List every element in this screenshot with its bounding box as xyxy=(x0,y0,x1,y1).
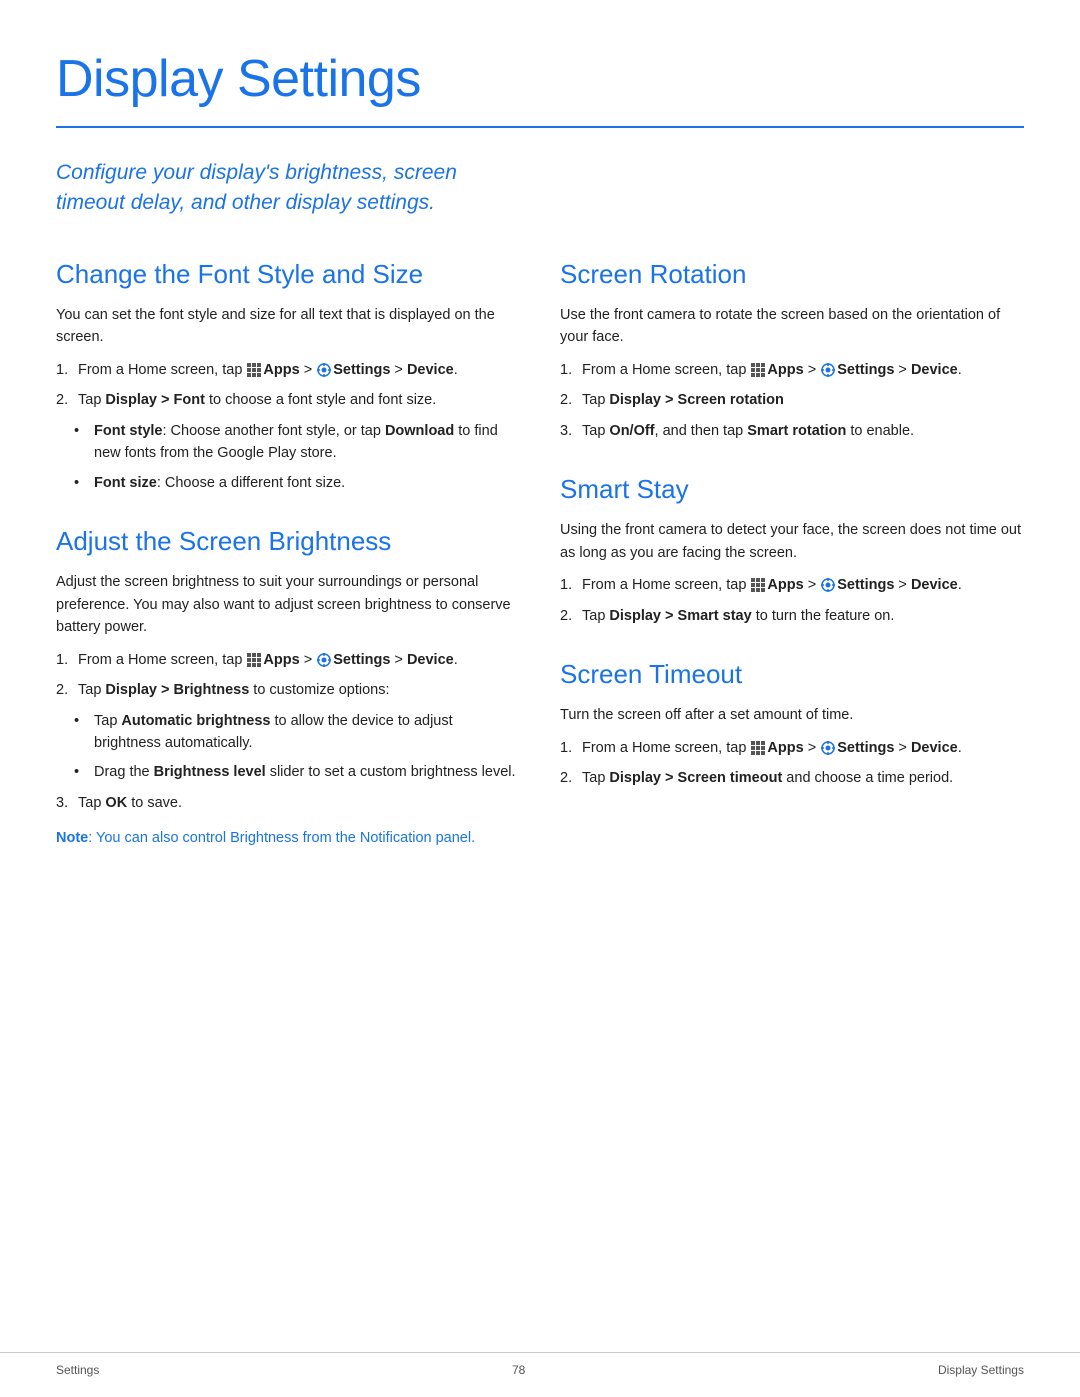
rotation-section-title: Screen Rotation xyxy=(560,255,1024,294)
font-steps-list: 1. From a Home screen, tap xyxy=(56,359,520,412)
font-step-1-device: > Device. xyxy=(390,362,457,378)
font-sub-list: • Font style: Choose another font style,… xyxy=(56,420,520,494)
rotation-step-2-num: 2. xyxy=(560,389,582,411)
font-section-title: Change the Font Style and Size xyxy=(56,255,520,294)
timeout-step-2-content: Tap Display > Screen timeout and choose … xyxy=(582,767,1024,789)
brightness-steps-list: 1. From a Home screen, tap xyxy=(56,649,520,702)
font-step-1-arrow: > xyxy=(300,362,317,378)
rotation-step-2-content: Tap Display > Screen rotation xyxy=(582,389,1024,411)
font-step-1-content: From a Home screen, tap Ap xyxy=(78,359,520,381)
settings-icon-3 xyxy=(820,362,836,378)
brightness-sub-2-text: Drag the Brightness level slider to set … xyxy=(94,761,516,783)
font-sub-2: • Font size: Choose a different font siz… xyxy=(74,472,520,494)
intro-text: Configure your display's brightness, scr… xyxy=(56,158,496,219)
smart-stay-step-2-content: Tap Display > Smart stay to turn the fea… xyxy=(582,605,1024,627)
title-underline xyxy=(56,126,1024,128)
footer-right: Display Settings xyxy=(938,1361,1024,1379)
brightness-step-1: 1. From a Home screen, tap xyxy=(56,649,520,671)
rotation-step-1: 1. From a Home screen, tap xyxy=(560,359,1024,381)
footer-center: 78 xyxy=(512,1361,525,1379)
brightness-step-2-num: 2. xyxy=(56,679,78,701)
settings-icon-2 xyxy=(316,652,332,668)
left-column: Change the Font Style and Size You can s… xyxy=(56,255,520,850)
page-footer: Settings 78 Display Settings xyxy=(0,1352,1080,1379)
font-step-1-from: From a Home screen, tap xyxy=(78,362,246,378)
brightness-step-3: 3. Tap OK to save. xyxy=(56,792,520,814)
font-step-2: 2. Tap Display > Font to choose a font s… xyxy=(56,389,520,411)
smart-stay-step-1-num: 1. xyxy=(560,574,582,596)
page-title: Display Settings xyxy=(56,40,1024,118)
smart-stay-step-2-num: 2. xyxy=(560,605,582,627)
rotation-section-body: Use the front camera to rotate the scree… xyxy=(560,304,1024,349)
font-step-2-content: Tap Display > Font to choose a font styl… xyxy=(78,389,520,411)
bullet-4: • xyxy=(74,761,90,783)
font-sub-1: • Font style: Choose another font style,… xyxy=(74,420,520,465)
rotation-step-1-num: 1. xyxy=(560,359,582,381)
rotation-step-3-content: Tap On/Off, and then tap Smart rotation … xyxy=(582,420,1024,442)
brightness-step-3-num: 3. xyxy=(56,792,78,814)
footer-left: Settings xyxy=(56,1361,99,1379)
apps-icon-3 xyxy=(750,362,766,378)
bullet-3: • xyxy=(74,710,90,732)
brightness-step-2: 2. Tap Display > Brightness to customize… xyxy=(56,679,520,701)
timeout-step-1-num: 1. xyxy=(560,737,582,759)
font-sub-1-text: Font style: Choose another font style, o… xyxy=(94,420,520,465)
font-section-body: You can set the font style and size for … xyxy=(56,304,520,349)
font-step-1-settings: Settings xyxy=(333,362,390,378)
two-column-layout: Change the Font Style and Size You can s… xyxy=(56,255,1024,850)
brightness-step-1-from: From a Home screen, tap xyxy=(78,652,246,668)
smart-stay-section-title: Smart Stay xyxy=(560,470,1024,509)
timeout-step-2: 2. Tap Display > Screen timeout and choo… xyxy=(560,767,1024,789)
brightness-step-2-content: Tap Display > Brightness to customize op… xyxy=(78,679,520,701)
timeout-step-2-num: 2. xyxy=(560,767,582,789)
rotation-step-3: 3. Tap On/Off, and then tap Smart rotati… xyxy=(560,420,1024,442)
rotation-step-3-num: 3. xyxy=(560,420,582,442)
apps-icon-2 xyxy=(246,652,262,668)
font-step-2-num: 2. xyxy=(56,389,78,411)
settings-icon-4 xyxy=(820,577,836,593)
brightness-step3-list: 3. Tap OK to save. xyxy=(56,792,520,814)
brightness-step-1-num: 1. xyxy=(56,649,78,671)
brightness-step-1-content: From a Home screen, tap Apps > xyxy=(78,649,520,671)
font-step-1-num: 1. xyxy=(56,359,78,381)
apps-icon-5 xyxy=(750,740,766,756)
smart-stay-step-1-content: From a Home screen, tap Apps > xyxy=(582,574,1024,596)
brightness-section-body: Adjust the screen brightness to suit you… xyxy=(56,571,520,638)
apps-icon xyxy=(246,362,262,378)
brightness-sub-list: • Tap Automatic brightness to allow the … xyxy=(56,710,520,784)
smart-stay-step-2: 2. Tap Display > Smart stay to turn the … xyxy=(560,605,1024,627)
apps-icon-4 xyxy=(750,577,766,593)
brightness-step-3-content: Tap OK to save. xyxy=(78,792,520,814)
font-step-1: 1. From a Home screen, tap xyxy=(56,359,520,381)
timeout-steps-list: 1. From a Home screen, tap xyxy=(560,737,1024,790)
timeout-step-1: 1. From a Home screen, tap xyxy=(560,737,1024,759)
brightness-note: Note: You can also control Brightness fr… xyxy=(56,828,520,850)
smart-stay-step-1: 1. From a Home screen, tap xyxy=(560,574,1024,596)
bullet-2: • xyxy=(74,472,90,494)
note-label: Note xyxy=(56,830,88,846)
font-step-1-apps: Apps xyxy=(263,362,299,378)
right-column: Screen Rotation Use the front camera to … xyxy=(560,255,1024,850)
settings-icon-1 xyxy=(316,362,332,378)
settings-icon-5 xyxy=(820,740,836,756)
brightness-sub-1: • Tap Automatic brightness to allow the … xyxy=(74,710,520,755)
brightness-sub-1-text: Tap Automatic brightness to allow the de… xyxy=(94,710,520,755)
smart-stay-section-body: Using the front camera to detect your fa… xyxy=(560,519,1024,564)
rotation-steps-list: 1. From a Home screen, tap xyxy=(560,359,1024,442)
font-sub-2-text: Font size: Choose a different font size. xyxy=(94,472,345,494)
rotation-step-2: 2. Tap Display > Screen rotation xyxy=(560,389,1024,411)
timeout-section-body: Turn the screen off after a set amount o… xyxy=(560,704,1024,726)
font-step-2-bold: Display > Font xyxy=(105,392,205,408)
page-container: Display Settings Configure your display'… xyxy=(0,0,1080,910)
brightness-sub-2: • Drag the Brightness level slider to se… xyxy=(74,761,520,783)
bullet-1: • xyxy=(74,420,90,442)
rotation-step-1-content: From a Home screen, tap Apps > xyxy=(582,359,1024,381)
timeout-section-title: Screen Timeout xyxy=(560,655,1024,694)
brightness-section-title: Adjust the Screen Brightness xyxy=(56,522,520,561)
timeout-step-1-content: From a Home screen, tap Apps > xyxy=(582,737,1024,759)
smart-stay-steps-list: 1. From a Home screen, tap xyxy=(560,574,1024,627)
